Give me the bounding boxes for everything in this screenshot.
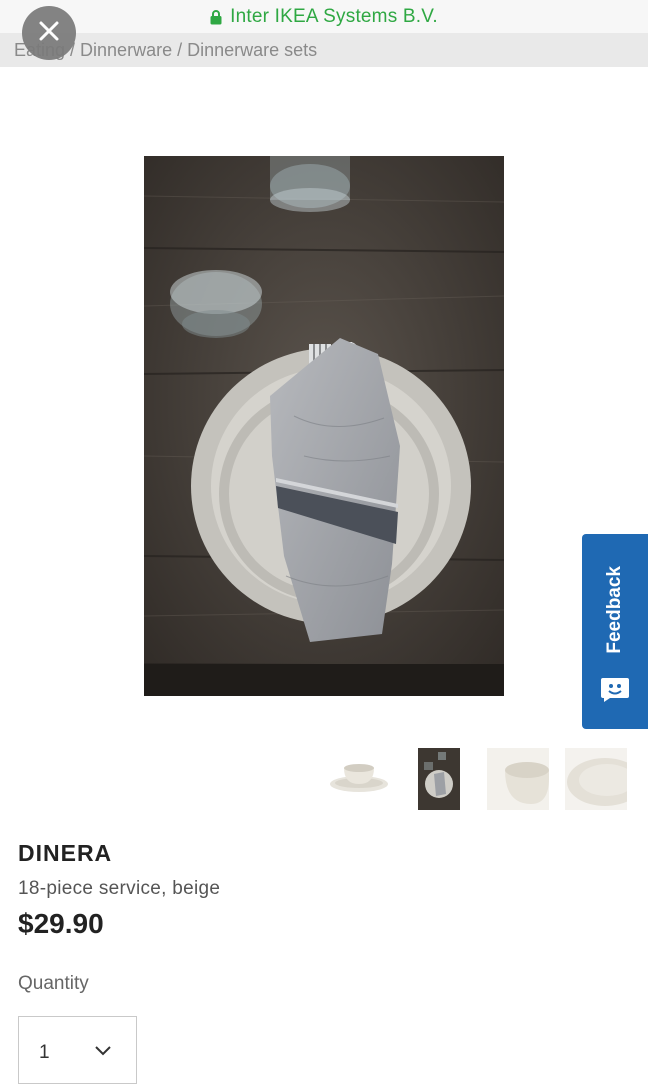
thumbnail-table-setting[interactable] [418,748,460,810]
chevron-down-icon [94,1043,112,1061]
smile-chat-icon [600,676,630,707]
product-name: DINERA [18,840,113,866]
breadcrumb: Eating / Dinnerware / Dinnerware sets [0,33,648,67]
close-icon [38,20,60,47]
secure-site-indicator: Inter IKEA Systems B.V. [210,6,438,28]
lock-icon [210,9,222,25]
quantity-label: Quantity [18,973,89,994]
product-price: $29.90 [18,908,104,939]
feedback-tab[interactable]: Feedback [582,534,648,729]
site-name: Inter IKEA Systems B.V. [230,5,438,27]
quantity-value: 1 [39,1042,50,1063]
thumbnail-cup-and-saucer[interactable] [328,748,390,810]
product-main-image[interactable] [144,156,504,696]
close-button[interactable] [22,6,76,60]
thumbnail-bowl[interactable] [487,748,549,810]
feedback-label: Feedback [604,566,625,654]
browser-address-bar[interactable]: Inter IKEA Systems B.V. [0,0,648,34]
product-description: 18-piece service, beige [18,878,221,899]
quantity-select[interactable]: 1 [18,1016,137,1084]
thumbnail-plate[interactable] [565,748,643,810]
